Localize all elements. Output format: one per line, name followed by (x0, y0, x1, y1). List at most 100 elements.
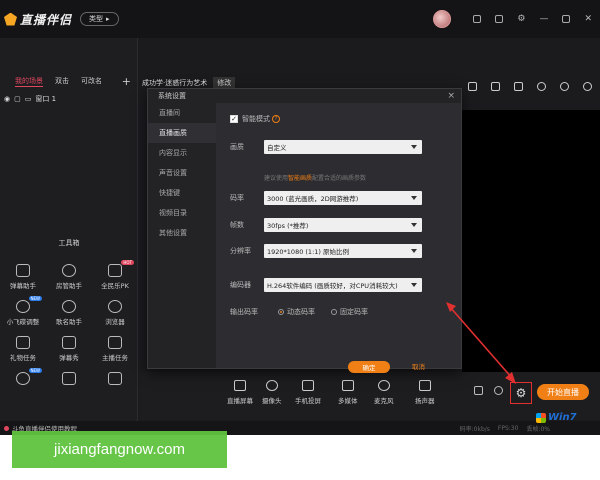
microphone-icon (377, 380, 390, 391)
layout-icon[interactable] (468, 82, 477, 91)
app-logo: 直播伴侣 (4, 11, 72, 28)
tool-danmaku[interactable]: 弹幕助手 (0, 264, 46, 290)
tool-browser[interactable]: 浏览器 (92, 300, 138, 326)
ufo-icon (16, 300, 30, 313)
bitrate-status: 码率:0kb/s (459, 425, 490, 433)
drop-status: 丢帧:0% (526, 425, 550, 433)
menu-other[interactable]: 其他设置 (148, 223, 216, 243)
tool-pk[interactable]: HOT 全民乐PK (92, 260, 138, 290)
clock-icon[interactable] (537, 82, 546, 91)
cancel-button[interactable]: 取消 (412, 361, 425, 373)
menu-sound[interactable]: 声音设置 (148, 163, 216, 183)
camera-button[interactable]: 摄像头 (262, 380, 282, 405)
close-icon[interactable]: ✕ (584, 14, 592, 24)
toolbox-title: 工具箱 (58, 239, 80, 247)
gear-icon[interactable]: ⚙ (517, 14, 525, 24)
help-icon[interactable]: ? (272, 115, 280, 123)
smart-mode-label: 智能模式 (242, 115, 270, 123)
menu-live-quality[interactable]: 直播画质 (148, 123, 216, 143)
app-name: 直播伴侣 (20, 12, 73, 27)
dynamic-bitrate-radio[interactable] (278, 309, 284, 315)
visibility-icon[interactable] (494, 386, 503, 395)
fps-select[interactable]: 30fps (*推荐) (264, 218, 422, 232)
window-controls: ⚙ — ✕ (433, 0, 592, 38)
gift-box-icon[interactable] (473, 15, 482, 23)
pk-icon (108, 264, 122, 277)
smart-mode-row: ✓ 智能模式 ? (230, 114, 280, 124)
media-icon (341, 380, 354, 391)
lock-icon[interactable] (491, 82, 500, 91)
scene-item[interactable]: ◉ ▢ ▭ 窗口 1 (0, 94, 137, 104)
add-scene-button[interactable]: + (122, 75, 131, 88)
scene-tabs: 我的场景 双击 可改名 + (0, 74, 137, 88)
menu-hotkeys[interactable]: 快捷键 (148, 183, 216, 203)
camera-icon (265, 380, 278, 391)
avatar[interactable] (433, 10, 452, 28)
new-badge: NEW (28, 368, 42, 373)
dialog-menu: 直播间 直播画质 内容显示 声音设置 快捷键 视频目录 其他设置 (148, 103, 216, 368)
tool-chart[interactable] (46, 372, 92, 385)
phone-cast-icon (302, 380, 314, 391)
microphone-button[interactable]: 麦克风 (374, 380, 394, 405)
settings-dialog: 系统设置 × 直播间 直播画质 内容显示 声音设置 快捷键 视频目录 其他设置 … (147, 88, 462, 373)
type-selector[interactable]: 类型 ▸ (80, 12, 119, 26)
smart-mode-checkbox[interactable]: ✓ (230, 115, 238, 123)
phone-cast-button[interactable]: 手机投屏 (295, 380, 321, 405)
pk-tool-icon (108, 372, 122, 385)
tool-song[interactable]: 歌名助手 (46, 300, 92, 326)
tool-ufo[interactable]: NEW 小飞碟调整 (0, 296, 46, 326)
minimize-icon[interactable]: — (539, 14, 548, 24)
share-icon[interactable] (583, 82, 592, 91)
anchor-task-icon (108, 336, 122, 349)
tool-pk-2[interactable] (92, 372, 138, 385)
dynamic-bitrate-label: 动态码率 (287, 308, 315, 316)
menu-live-room[interactable]: 直播间 (148, 103, 216, 123)
smart-quality-link[interactable]: 智能画质 (288, 175, 312, 182)
message-icon[interactable] (495, 15, 504, 23)
lock-icon[interactable]: ▢ (14, 95, 21, 103)
window-icon: ▭ (24, 95, 32, 103)
media-button[interactable]: 多媒体 (338, 380, 358, 405)
screen-button[interactable]: 直播屏幕 (227, 380, 253, 405)
song-icon (62, 300, 76, 313)
record-icon[interactable] (474, 386, 483, 395)
settings-button[interactable]: ⚙ (510, 382, 532, 404)
tool-gift-task[interactable]: 礼物任务 (0, 336, 46, 362)
speaker-button[interactable]: 扬声器 (415, 380, 435, 405)
quality-select[interactable]: 自定义 (264, 140, 422, 154)
title-bar: 直播伴侣 类型 ▸ ⚙ — ✕ (0, 0, 600, 38)
stream-status: 码率:0kb/s FPS:30 丢帧:0% (460, 421, 550, 435)
tool-moderator[interactable]: 房管助手 (46, 264, 92, 290)
start-live-button[interactable]: 开始直播 (537, 384, 589, 400)
menu-content-display[interactable]: 内容显示 (148, 143, 216, 163)
bell-icon[interactable] (560, 82, 569, 91)
tool-anchor-task[interactable]: 主播任务 (92, 336, 138, 362)
encoder-label: 编码器 (230, 281, 251, 289)
maximize-icon[interactable] (562, 15, 571, 23)
output-bitrate-label: 输出码率 (230, 308, 258, 316)
resolution-row: 分辨率 1920*1080 (1:1) 原始比例 (230, 244, 422, 258)
dialog-title: 系统设置 (158, 92, 186, 100)
close-icon[interactable]: × (447, 89, 455, 103)
fixed-bitrate-radio[interactable] (331, 309, 337, 315)
tool-search[interactable]: NEW (0, 368, 46, 385)
tab-rename[interactable]: 可改名 (81, 76, 102, 86)
tab-double-click[interactable]: 双击 (55, 76, 69, 86)
bitrate-select[interactable]: 3000 (蓝光画质，2D网游推荐) (264, 191, 422, 205)
new-badge: NEW (28, 296, 42, 301)
ok-button[interactable]: 确定 (348, 361, 390, 373)
tab-my-scenes[interactable]: 我的场景 (15, 76, 43, 87)
windows-logo-icon (536, 412, 546, 423)
bottom-toolbar: 直播屏幕 摄像头 手机投屏 多媒体 麦克风 扬声器 ⚙ 开始直播 (140, 372, 600, 420)
encoder-select[interactable]: H.264软件编码 (画质较好，对CPU消耗较大) (264, 278, 422, 292)
fps-status: FPS:30 (497, 424, 519, 432)
board-icon[interactable] (514, 82, 523, 91)
menu-video-dir[interactable]: 视频目录 (148, 203, 216, 223)
output-bitrate-row: 输出码率 动态码率 固定码率 (230, 307, 368, 317)
dialog-body: ✓ 智能模式 ? 画质 自定义 建议使用智能画质配置合适的画质参数 码率 300… (216, 103, 461, 373)
win7-watermark: Win7 (536, 412, 577, 423)
eye-icon[interactable]: ◉ (4, 95, 10, 103)
tool-danmaku-show[interactable]: 弹幕秀 (46, 336, 92, 362)
fps-label: 帧数 (230, 221, 244, 229)
resolution-select[interactable]: 1920*1080 (1:1) 原始比例 (264, 244, 422, 258)
